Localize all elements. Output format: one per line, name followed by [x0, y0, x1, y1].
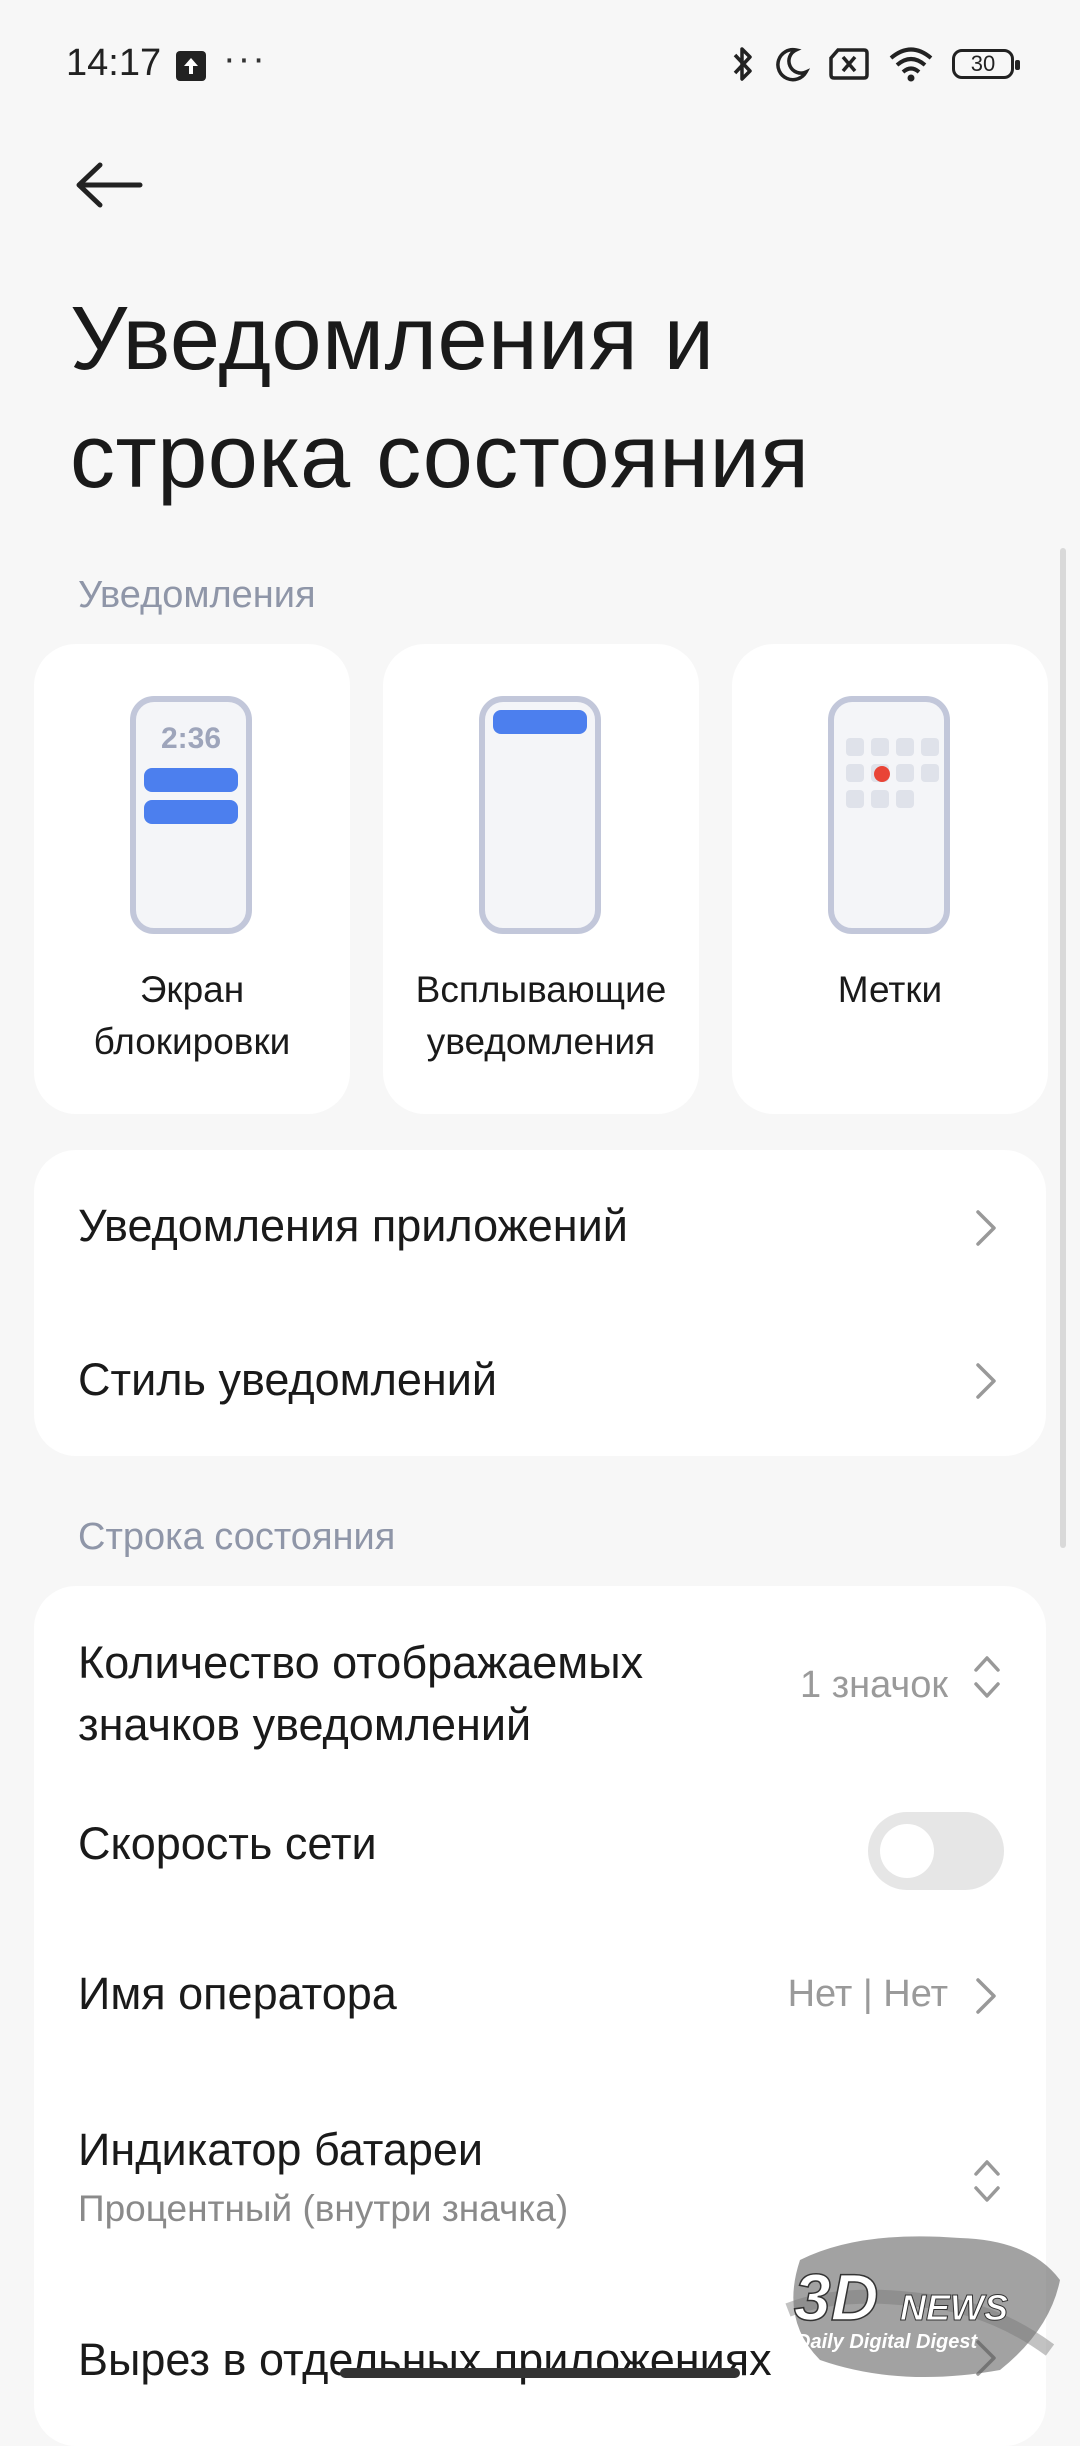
badges-illustration: [828, 696, 950, 934]
row-label: Стиль уведомлений: [78, 1354, 498, 1405]
network-speed-toggle[interactable]: [868, 1812, 1004, 1890]
lock-screen-illustration: 2:36: [130, 696, 252, 934]
battery-level: 30: [970, 51, 996, 76]
badge-dot: [874, 766, 890, 782]
tile-label: Всплывающие уведомления: [415, 969, 667, 1062]
back-arrow-icon[interactable]: [74, 160, 144, 210]
bluetooth-icon: [733, 47, 752, 81]
row-label: Скорость сети: [78, 1818, 377, 1869]
row-carrier-name[interactable]: Имя оператора Нет | Нет: [34, 1924, 1046, 2074]
section-label-status-bar: Строка состояния: [78, 1516, 396, 1558]
tile-badges[interactable]: Метки: [732, 644, 1048, 1114]
page-title: Уведомления и строка состояния: [70, 289, 810, 507]
chevron-right-icon: [976, 1978, 996, 2014]
chevron-right-icon: [976, 1363, 996, 1399]
row-notification-style[interactable]: Стиль уведомлений: [34, 1303, 1046, 1456]
row-label: Индикатор батареи: [78, 2124, 484, 2175]
row-notification-icons-count[interactable]: Количество отображаемых значков уведомле…: [34, 1586, 1046, 1776]
row-network-speed[interactable]: Скорость сети: [34, 1776, 1046, 1924]
row-value: 1 значок: [800, 1664, 948, 1706]
row-app-notifications[interactable]: Уведомления приложений: [34, 1150, 1046, 1303]
status-time: 14:17: [66, 42, 162, 84]
row-label: Количество отображаемых значков уведомле…: [78, 1637, 644, 1750]
upload-icon: [176, 51, 206, 81]
status-icons: 30: [730, 44, 1020, 84]
row-value: Нет | Нет: [787, 1973, 948, 2015]
tile-label: Метки: [837, 969, 943, 1010]
notification-bar: [144, 768, 238, 792]
tile-lock-screen[interactable]: 2:36 Экран блокировки: [34, 644, 350, 1114]
notifications-card: Уведомления приложений Стиль уведомлений: [34, 1150, 1046, 1456]
scrollbar[interactable]: [1060, 548, 1066, 1548]
row-label: Вырез в отдельных приложениях: [78, 2334, 772, 2385]
notification-bar: [144, 800, 238, 824]
up-down-chevron-icon: [974, 2160, 1000, 2202]
floating-notifications-illustration: [479, 696, 601, 934]
row-label: Имя оператора: [78, 1968, 397, 2019]
battery-icon: 30: [952, 49, 1020, 79]
wifi-icon: [889, 47, 933, 82]
more-notifications-icon: ···: [223, 38, 267, 80]
row-label: Уведомления приложений: [78, 1200, 628, 1251]
preview-time: 2:36: [160, 722, 222, 755]
tile-floating-notifications[interactable]: Всплывающие уведомления: [383, 644, 699, 1114]
home-indicator[interactable]: [340, 2368, 740, 2378]
notification-bar: [493, 710, 587, 734]
svg-text:3D: 3D: [794, 2260, 878, 2334]
up-down-chevron-icon: [974, 1656, 1000, 1698]
no-sim-icon: [829, 48, 869, 80]
row-subtitle: Процентный (внутри значка): [78, 2188, 569, 2229]
tile-label: Экран блокировки: [93, 969, 291, 1062]
3dnews-watermark-logo: 3D NEWS Daily Digital Digest: [785, 2236, 1060, 2378]
toggle-knob: [880, 1824, 934, 1878]
chevron-right-icon: [976, 1210, 996, 1246]
section-label-notifications: Уведомления: [78, 574, 316, 616]
svg-text:Daily Digital Digest: Daily Digital Digest: [796, 2331, 978, 2353]
moon-icon: [776, 47, 810, 82]
svg-text:NEWS: NEWS: [900, 2287, 1008, 2328]
app-icon-grid: [846, 738, 939, 808]
